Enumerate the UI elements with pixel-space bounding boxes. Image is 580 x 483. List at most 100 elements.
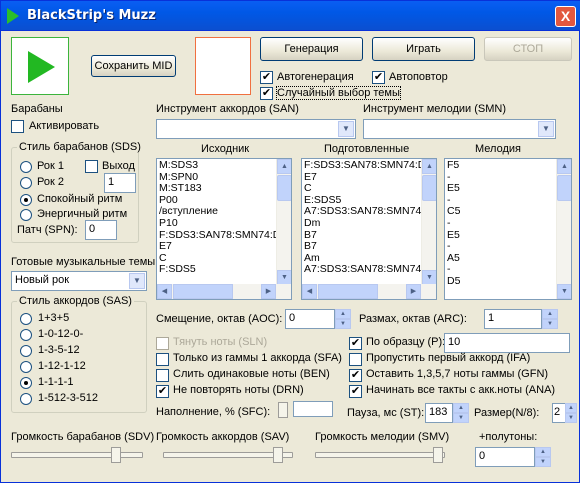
list-item[interactable]: B7	[304, 241, 434, 253]
only-scale-checkbox[interactable]	[156, 353, 169, 366]
list-item[interactable]: A5	[447, 252, 569, 265]
scroll-thumb[interactable]	[422, 175, 436, 201]
list-item[interactable]: P10	[159, 217, 289, 230]
chords-style-radio-5[interactable]	[20, 377, 32, 389]
slider-knob[interactable]	[433, 447, 443, 463]
drums-style-radio-rock2[interactable]	[20, 177, 32, 189]
octave-range-input[interactable]: 1	[484, 309, 542, 329]
list-item[interactable]: -	[447, 171, 569, 184]
exit-input[interactable]: 1	[104, 173, 136, 193]
list-item[interactable]: E7	[159, 241, 289, 253]
stop-button[interactable]: СТОП	[484, 37, 572, 61]
list-item[interactable]: E5	[447, 183, 569, 195]
autorepeat-checkbox[interactable]: ✔	[372, 71, 385, 84]
chords-style-radio-6[interactable]	[20, 393, 32, 405]
scroll-thumb[interactable]	[557, 175, 571, 201]
source-list-scrollbar[interactable]: ▲ ▼	[276, 159, 291, 285]
scroll-down-icon[interactable]: ▼	[422, 270, 436, 285]
list-item[interactable]: M:ST183	[159, 183, 289, 195]
list-item[interactable]: F:SDS3:SAN78:SMN74:D	[159, 229, 289, 242]
prepared-list[interactable]: F:SDS3:SAN78:SMN74:D E7 C E:SDS5 A7:SDS3…	[301, 158, 437, 300]
close-button[interactable]: X	[555, 6, 576, 27]
chords-volume-slider[interactable]	[163, 447, 293, 463]
melody-list-scrollbar[interactable]: ▲ ▼	[556, 159, 571, 299]
octave-shift-input[interactable]: 0	[285, 309, 335, 329]
drums-activate-checkbox[interactable]	[11, 120, 24, 133]
scroll-up-icon[interactable]: ▲	[557, 159, 571, 174]
slider-knob[interactable]	[111, 447, 121, 463]
scroll-down-icon[interactable]: ▼	[277, 270, 291, 285]
prepared-list-hscrollbar[interactable]: ◀ ▶	[302, 284, 436, 299]
list-item[interactable]: C5	[447, 206, 569, 218]
play-big-button[interactable]	[11, 37, 69, 95]
chords-instrument-select[interactable]: ▼	[156, 119, 356, 139]
play-button[interactable]: Играть	[372, 37, 475, 61]
keep-1357-checkbox[interactable]: ✔	[349, 369, 362, 382]
chevron-down-icon[interactable]: ▼	[129, 273, 145, 289]
chords-style-radio-3[interactable]	[20, 345, 32, 357]
merge-same-checkbox[interactable]	[156, 369, 169, 382]
list-item[interactable]: F:SDS3:SAN78:SMN74:D	[304, 159, 434, 172]
list-item[interactable]: -	[447, 241, 569, 253]
list-item[interactable]: E5	[447, 229, 569, 242]
themes-select[interactable]: Новый рок ▼	[11, 271, 147, 291]
semitones-input[interactable]: 0	[475, 447, 535, 467]
melody-volume-slider[interactable]	[315, 447, 445, 463]
list-item[interactable]: B7	[304, 229, 434, 242]
list-item[interactable]: /вступление	[159, 206, 289, 218]
scroll-right-icon[interactable]: ▶	[406, 284, 421, 299]
start-all-checkbox[interactable]: ✔	[349, 385, 362, 398]
list-item[interactable]: F:SDS5	[159, 264, 289, 276]
hscroll-thumb[interactable]	[173, 284, 233, 299]
title-bar[interactable]: BlackStrip's Muzz X	[1, 1, 580, 31]
list-item[interactable]: A7:SDS3:SAN78:SMN74	[304, 206, 434, 218]
pause-stepper[interactable]: ▲ ▼	[453, 403, 469, 423]
chords-style-radio-4[interactable]	[20, 361, 32, 373]
pause-input[interactable]: 183	[425, 403, 453, 423]
scroll-right-icon[interactable]: ▶	[261, 284, 276, 299]
list-item[interactable]: Dm	[304, 217, 434, 230]
hscroll-thumb[interactable]	[318, 284, 378, 299]
chevron-down-icon[interactable]: ▼	[538, 121, 554, 137]
autogen-checkbox[interactable]: ✔	[260, 71, 273, 84]
drums-style-radio-energetic[interactable]	[20, 209, 32, 221]
list-item[interactable]: -	[447, 217, 569, 230]
by-pattern-input[interactable]: 10	[444, 333, 570, 353]
list-item[interactable]: D5	[447, 275, 569, 288]
scroll-thumb[interactable]	[277, 175, 291, 201]
scroll-up-icon[interactable]: ▲	[422, 159, 436, 174]
semitones-stepper[interactable]: ▲ ▼	[535, 447, 551, 467]
list-item[interactable]: -	[447, 264, 569, 276]
slider-knob[interactable]	[273, 447, 283, 463]
patch-input[interactable]: 0	[85, 220, 117, 240]
fill-input[interactable]	[293, 401, 333, 417]
scroll-up-icon[interactable]: ▲	[277, 159, 291, 174]
scroll-left-icon[interactable]: ◀	[157, 284, 172, 299]
chevron-down-icon[interactable]: ▼	[338, 121, 354, 137]
list-item[interactable]: E7	[304, 171, 434, 184]
random-theme-checkbox[interactable]: ✔	[260, 87, 273, 100]
prepared-list-scrollbar[interactable]: ▲ ▼	[421, 159, 436, 285]
melody-instrument-select[interactable]: ▼	[363, 119, 556, 139]
save-mid-button[interactable]: Сохранить MID	[91, 55, 176, 77]
size-input[interactable]: 2	[552, 403, 566, 423]
chords-style-radio-1[interactable]	[20, 313, 32, 325]
no-repeat-checkbox[interactable]: ✔	[156, 385, 169, 398]
exit-checkbox[interactable]	[85, 160, 98, 173]
fill-slider[interactable]	[278, 402, 292, 418]
list-item[interactable]: A7:SDS3:SAN78:SMN74	[304, 264, 434, 276]
chords-style-radio-2[interactable]	[20, 329, 32, 341]
melody-list[interactable]: F5 - E5 - C5 - E5 - A5 - D5 ▲ ▼	[444, 158, 572, 300]
drums-style-radio-rock1[interactable]	[20, 161, 32, 173]
list-item[interactable]: M:SDS3	[159, 159, 289, 172]
pull-notes-checkbox[interactable]	[156, 337, 169, 350]
drums-style-radio-calm[interactable]	[20, 194, 32, 206]
fill-slider-knob[interactable]	[278, 402, 288, 418]
skip-first-checkbox[interactable]	[349, 353, 362, 366]
generate-button[interactable]: Генерация	[260, 37, 363, 61]
scroll-left-icon[interactable]: ◀	[302, 284, 317, 299]
list-item[interactable]: F5	[447, 159, 569, 172]
octave-range-stepper[interactable]: ▲ ▼	[542, 309, 558, 329]
by-pattern-checkbox[interactable]: ✔	[349, 337, 362, 350]
source-list-hscrollbar[interactable]: ◀ ▶	[157, 284, 291, 299]
